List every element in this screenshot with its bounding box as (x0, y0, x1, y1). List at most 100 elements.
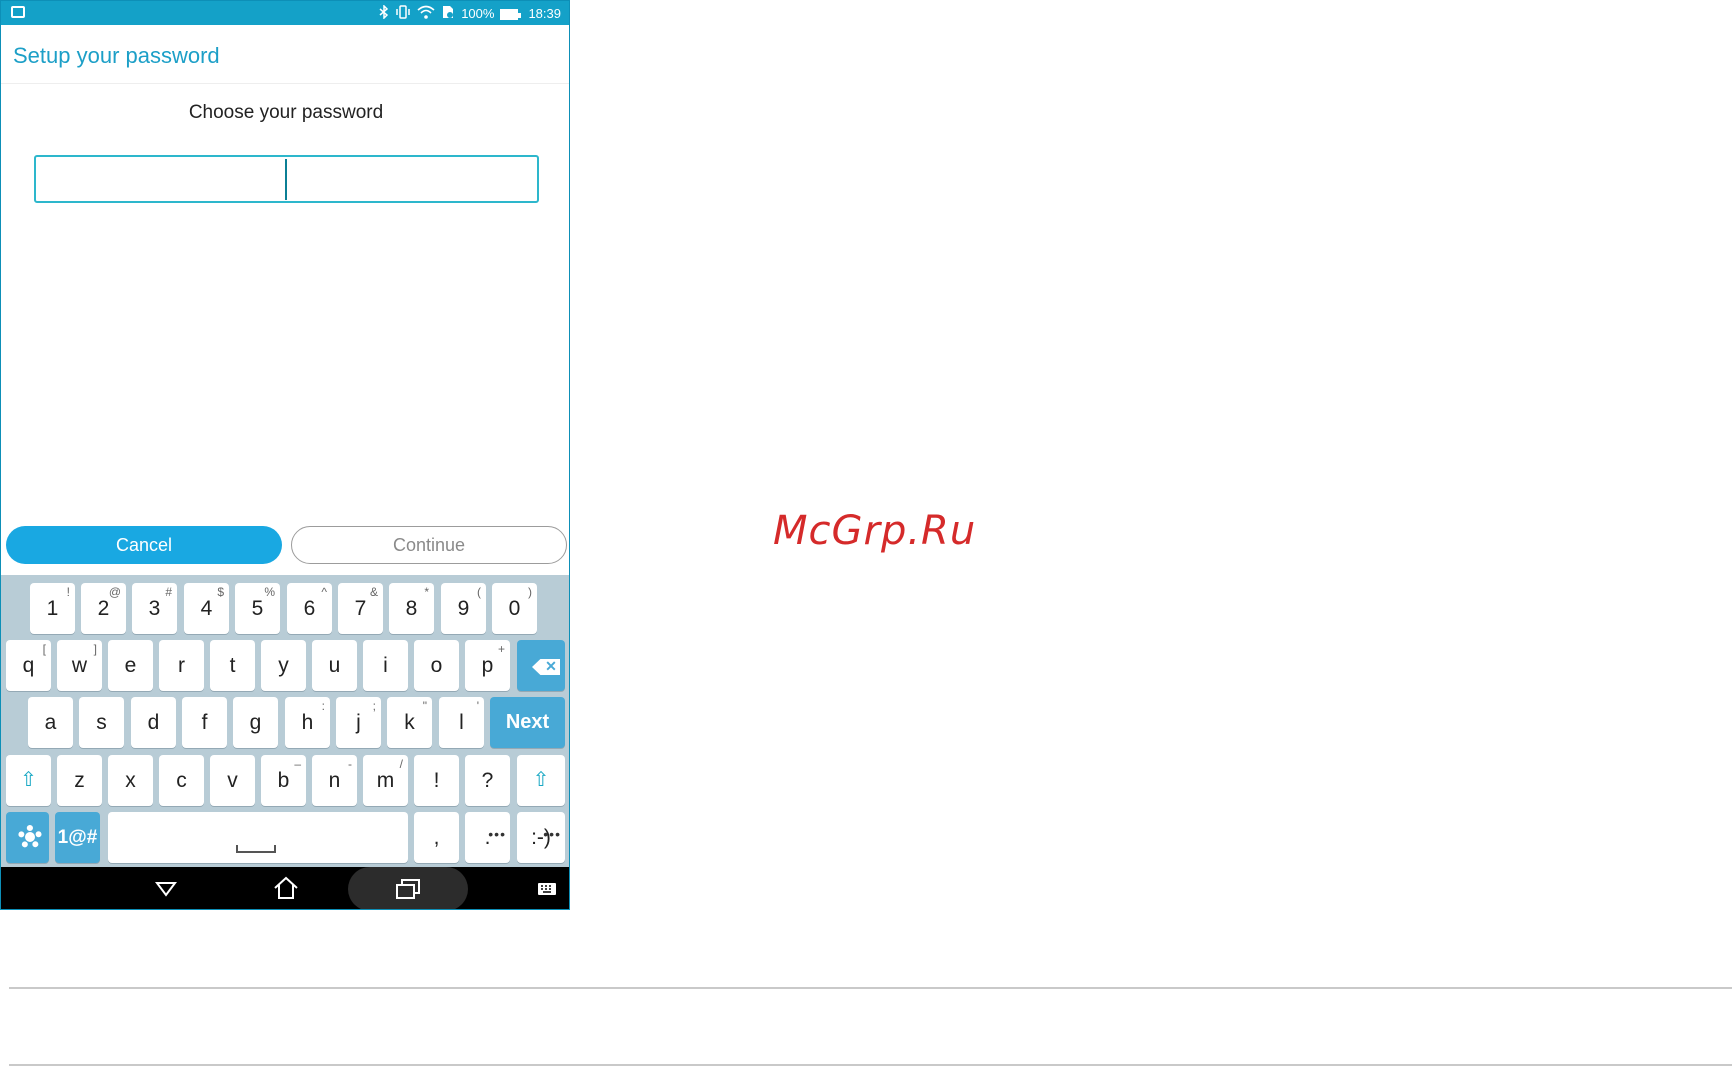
key-label: n (328, 769, 341, 792)
key-x[interactable]: x (108, 755, 153, 806)
key-label: p (481, 654, 494, 677)
key-v[interactable]: v (210, 755, 255, 806)
key-label: ? (481, 769, 494, 792)
key-1[interactable]: 1! (30, 583, 75, 634)
page-title: Setup your password (13, 43, 220, 68)
recent-apps-icon[interactable] (395, 878, 421, 905)
wifi-icon (417, 5, 435, 23)
comma-key[interactable]: , (414, 812, 459, 863)
keyboard-icon[interactable] (537, 882, 557, 901)
key-label: j (356, 711, 361, 734)
key-alt-label: - (348, 757, 352, 771)
space-icon (236, 845, 276, 853)
key-label: o (430, 654, 443, 677)
key-alt-label: : (321, 699, 325, 713)
key-exclamation[interactable]: ! (414, 755, 459, 806)
shift-key-right[interactable]: ⇧ (517, 755, 565, 806)
key-label: v (227, 769, 238, 792)
key-alt-label: ] (93, 642, 97, 656)
key-q[interactable]: q[ (6, 640, 51, 691)
key-label: k (404, 711, 415, 734)
key-b[interactable]: b – (261, 755, 306, 806)
key-label: m (376, 769, 395, 792)
key-h[interactable]: h: (285, 697, 330, 748)
key-8[interactable]: 8 * (389, 583, 434, 634)
shift-key-left[interactable]: ⇧ (6, 755, 51, 806)
key-j[interactable]: j; (336, 697, 381, 748)
gear-icon-core (25, 832, 35, 842)
continue-button[interactable]: Continue (291, 526, 567, 564)
key-y[interactable]: y (261, 640, 306, 691)
key-alt-label: ; (372, 699, 376, 713)
on-screen-keyboard: 1! 2 @ 3 # 4 $ 5% 6 ^ 7 & 8 * 9( 0) q[ w] e r … (1, 575, 569, 867)
key-o[interactable]: o (414, 640, 459, 691)
key-w[interactable]: w] (57, 640, 102, 691)
key-z[interactable]: z (57, 755, 102, 806)
key-alt-label: * (424, 585, 429, 599)
settings-key[interactable] (6, 812, 49, 863)
backspace-key[interactable]: ✕ (517, 640, 565, 691)
key-k[interactable]: k " (387, 697, 432, 748)
key-alt-label: % (264, 585, 275, 599)
key-alt-label: $ (217, 585, 224, 599)
key-alt-label: & (369, 585, 378, 599)
key-label: q (22, 654, 35, 677)
key-alt-label: " (422, 699, 427, 713)
key-question[interactable]: ? (465, 755, 510, 806)
home-icon[interactable] (273, 876, 299, 905)
key-alt-label: + (497, 642, 505, 656)
key-label: 9 (457, 597, 470, 620)
key-9[interactable]: 9( (441, 583, 486, 634)
cancel-button[interactable]: Cancel (6, 526, 282, 564)
key-f[interactable]: f (182, 697, 227, 748)
more-options-indicator: ••• (543, 826, 561, 842)
key-3[interactable]: 3 # (132, 583, 177, 634)
page-divider (9, 987, 1732, 989)
key-label: t (229, 654, 236, 677)
key-g[interactable]: g (233, 697, 278, 748)
key-r[interactable]: r (159, 640, 204, 691)
key-c[interactable]: c (159, 755, 204, 806)
more-options-indicator: ••• (488, 826, 506, 842)
key-label: 6 (303, 597, 316, 620)
key-label: w (71, 654, 88, 677)
key-alt-label: @ (108, 585, 121, 599)
key-alt-label: ! (66, 585, 70, 599)
key-p[interactable]: p + (465, 640, 510, 691)
key-label: y (278, 654, 289, 677)
key-label: 4 (200, 597, 213, 620)
key-m[interactable]: m / (363, 755, 408, 806)
key-0[interactable]: 0) (492, 583, 537, 634)
symbols-key[interactable]: 1@# (55, 812, 100, 863)
key-s[interactable]: s (79, 697, 124, 748)
battery-icon (500, 8, 522, 20)
key-u[interactable]: u (312, 640, 357, 691)
key-5[interactable]: 5% (235, 583, 280, 634)
key-i[interactable]: i (363, 640, 408, 691)
key-alt-label: ' (476, 699, 479, 713)
key-label: c (176, 769, 187, 792)
page-divider (9, 1064, 1732, 1066)
key-4[interactable]: 4 $ (184, 583, 229, 634)
key-n[interactable]: n- (312, 755, 357, 806)
key-alt-label: ^ (321, 585, 327, 599)
key-7[interactable]: 7 & (338, 583, 383, 634)
key-l[interactable]: l ' (439, 697, 484, 748)
key-6[interactable]: 6 ^ (287, 583, 332, 634)
key-alt-label: ) (528, 585, 532, 599)
space-bar[interactable] (108, 812, 408, 863)
emoticon-key[interactable]: :-) ••• (517, 812, 565, 863)
next-key[interactable]: Next (490, 697, 565, 748)
period-key[interactable]: . ••• (465, 812, 510, 863)
key-label: z (74, 769, 85, 792)
key-t[interactable]: t (210, 640, 255, 691)
key-a[interactable]: a (28, 697, 73, 748)
key-alt-label: # (165, 585, 172, 599)
key-e[interactable]: e (108, 640, 153, 691)
key-label: h (301, 711, 314, 734)
key-2[interactable]: 2 @ (81, 583, 126, 634)
password-prompt: Choose your password (188, 102, 384, 123)
back-icon[interactable] (155, 881, 177, 902)
text-cursor (285, 159, 287, 200)
key-d[interactable]: d (131, 697, 176, 748)
